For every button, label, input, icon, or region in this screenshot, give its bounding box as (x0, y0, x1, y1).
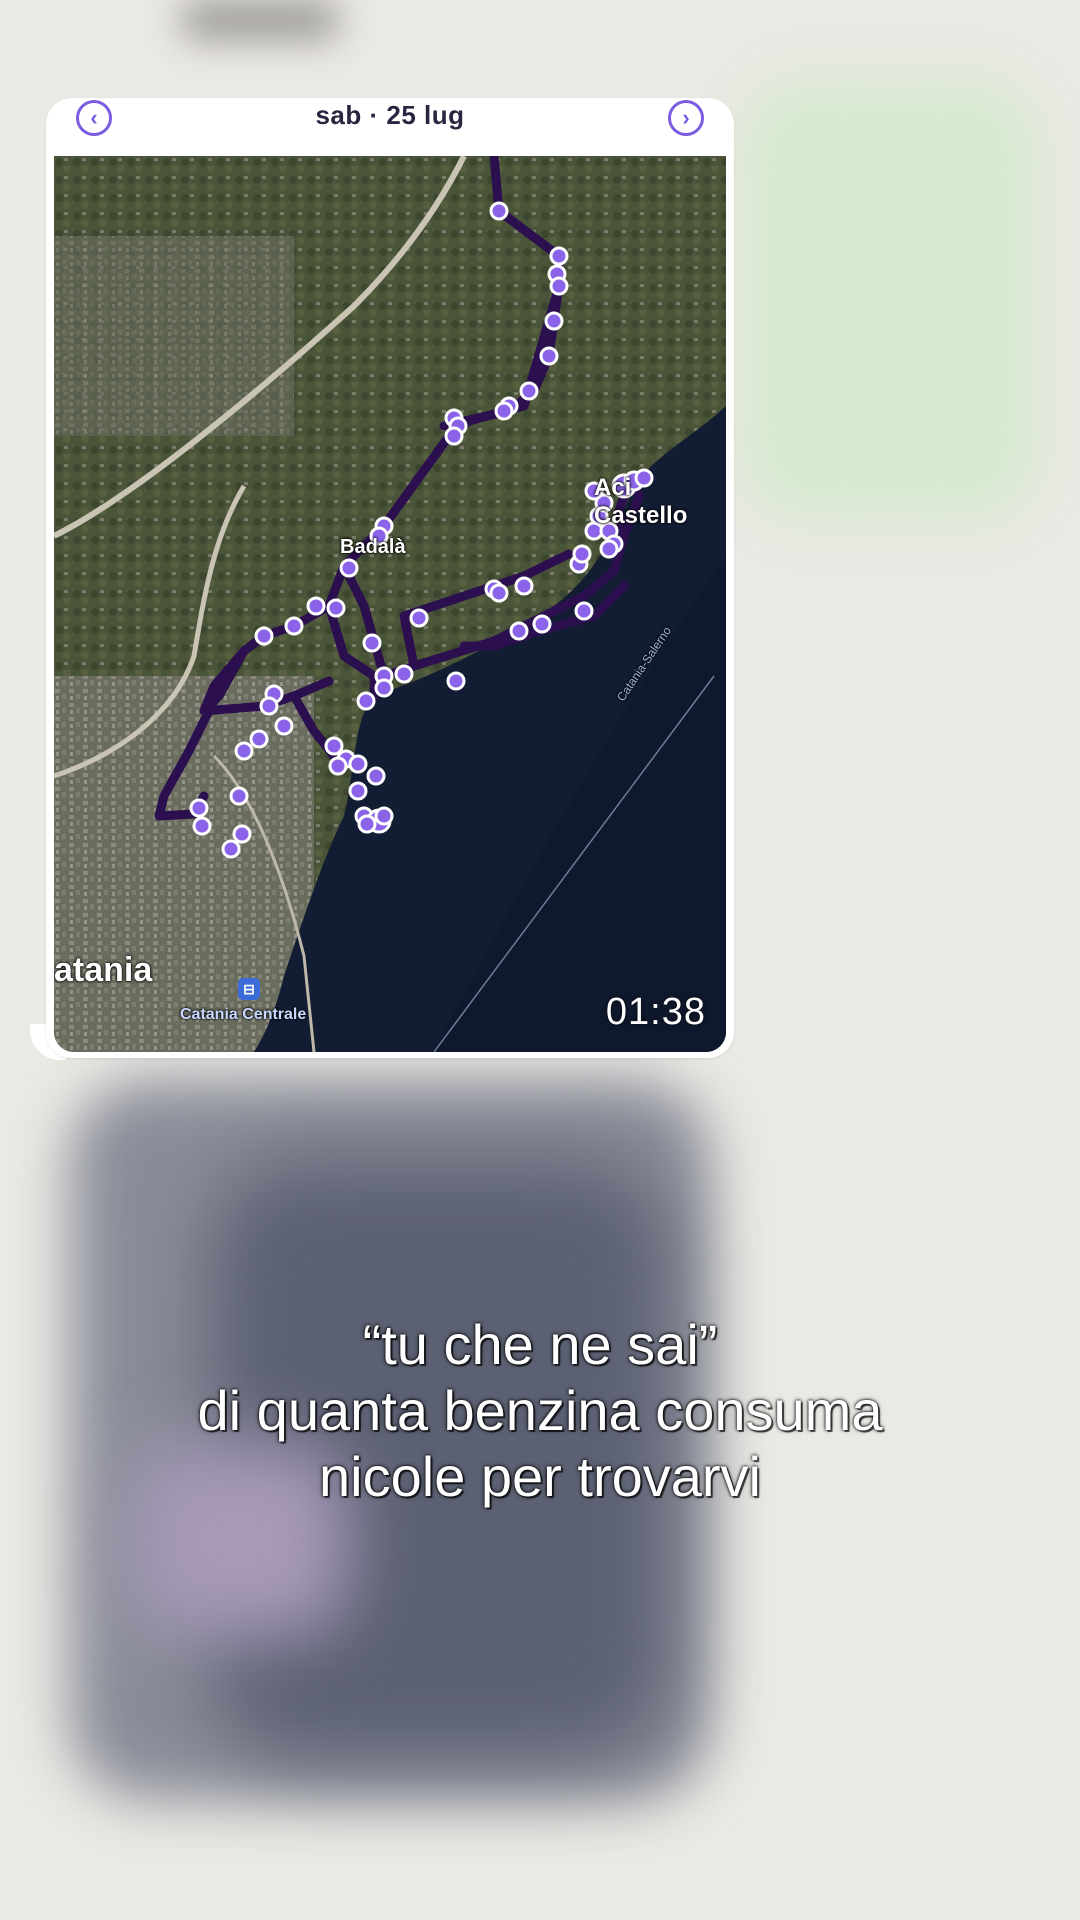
train-station-icon: ⊟ (238, 978, 260, 1000)
chevron-right-circle-icon[interactable]: › (668, 100, 704, 136)
chevron-left-circle-icon[interactable]: ‹ (76, 100, 112, 136)
map-header: ‹ sab · 25 lug › (54, 98, 726, 154)
map-label-aci-castello: Aci Castello (594, 474, 688, 529)
message-bubble[interactable]: ‹ sab · 25 lug › Badalà Aci Castello ata… (46, 98, 734, 1058)
map-date: sab · 25 lug (315, 99, 465, 130)
map-label-catania: atania (54, 951, 153, 989)
background-blur (180, 0, 340, 40)
caption-line: “tu che ne sai” (362, 1313, 718, 1376)
caption-line: nicole per trovarvi (319, 1445, 761, 1508)
video-caption: “tu che ne sai” di quanta benzina consum… (0, 1312, 1080, 1510)
map-label-badala: Badalà (340, 536, 406, 558)
message-timestamp: 01:38 (605, 991, 706, 1033)
map-label-catania-centrale: Catania Centrale (180, 1006, 307, 1023)
route-map[interactable]: Badalà Aci Castello atania ⊟ Catania Cen… (54, 156, 726, 1052)
caption-line: di quanta benzina consuma (197, 1379, 883, 1442)
background-blur (740, 80, 1040, 520)
map-canvas (54, 156, 726, 1052)
